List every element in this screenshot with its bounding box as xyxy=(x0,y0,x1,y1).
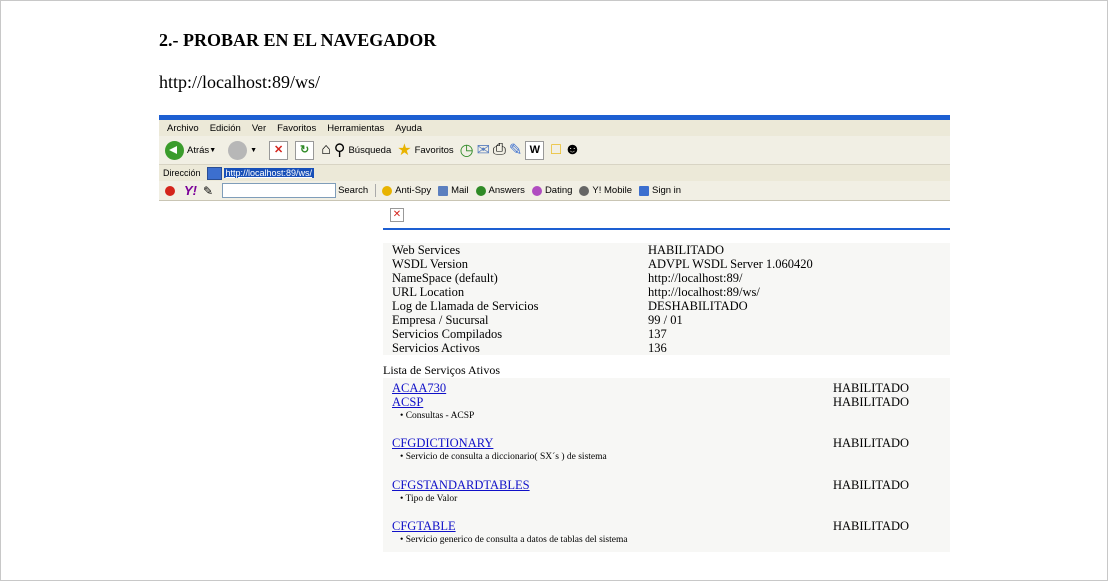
menu-favoritos[interactable]: Favoritos xyxy=(277,123,316,134)
mail-icon[interactable]: ✉ xyxy=(477,140,490,160)
yahoo-mail-label: Mail xyxy=(451,185,469,196)
service-status: HABILITADO xyxy=(833,478,910,492)
service-status: HABILITADO xyxy=(833,519,910,533)
yahoo-search-label: Search xyxy=(338,185,369,196)
list-item: CFGSTANDARDTABLES HABILITADO • Tipo de V… xyxy=(392,478,942,506)
divider xyxy=(375,184,377,197)
section-heading: 2.- PROBAR EN EL NAVEGADOR xyxy=(159,30,437,50)
answers-icon xyxy=(475,185,486,196)
chevron-down-icon: ▼ xyxy=(250,146,258,154)
address-input[interactable]: http://localhost:89/ws/ xyxy=(206,166,315,180)
antispy-label: Anti-Spy xyxy=(395,185,432,196)
info-row: Log de Llamada de Servicios DESHABILITAD… xyxy=(392,299,748,313)
yahoo-button-icon[interactable] xyxy=(165,185,175,196)
service-description: • Servicio de consulta a diccionario( SX… xyxy=(400,452,607,462)
list-item: CFGDICTIONARY HABILITADO • Servicio de c… xyxy=(392,436,942,464)
answers-label: Answers xyxy=(488,185,525,196)
browser-toolbar: Atrás ▼ ▼ ✕ ↻ ⌂ ⚲ Búsqueda ★ Favoritos ◷… xyxy=(159,136,950,165)
edit-icon[interactable]: ✎ xyxy=(509,140,522,160)
service-status: HABILITADO xyxy=(833,436,910,450)
address-bar: Dirección http://localhost:89/ws/ xyxy=(159,165,950,181)
search-icon: ⚲ xyxy=(333,142,346,159)
info-row: Web Services HABILITADO xyxy=(392,243,725,257)
service-description: • Consultas - ACSP xyxy=(400,411,475,421)
right-frame: ✕ Web Services HABILITADO WSDL Version A… xyxy=(383,203,950,552)
back-label: Atrás xyxy=(187,144,210,156)
home-icon[interactable]: ⌂ xyxy=(321,141,331,159)
menu-ayuda[interactable]: Ayuda xyxy=(395,123,422,134)
info-row: NameSpace (default) http://localhost:89/ xyxy=(392,271,743,285)
service-status: HABILITADO xyxy=(833,395,910,409)
info-row: Servicios Compilados 137 xyxy=(392,327,667,341)
document-url: http://localhost:89/ws/ xyxy=(159,72,320,92)
yahoo-answers-button[interactable]: Answers xyxy=(475,185,525,196)
mail-icon xyxy=(438,185,449,196)
back-arrow-icon xyxy=(165,140,184,160)
chevron-down-icon: ▼ xyxy=(209,146,217,154)
refresh-icon[interactable]: ↻ xyxy=(295,140,315,160)
service-list: ACAA730 HABILITADO ACSP HABILITADO • Con… xyxy=(383,378,950,552)
header-divider xyxy=(383,228,950,230)
word-icon[interactable]: W xyxy=(525,140,545,160)
dating-icon xyxy=(531,185,542,196)
menu-herramientas[interactable]: Herramientas xyxy=(327,123,384,134)
menu-ver[interactable]: Ver xyxy=(252,123,266,134)
yahoo-search-button[interactable]: Search xyxy=(338,185,368,196)
yahoo-mail-button[interactable]: Mail xyxy=(438,185,469,196)
info-row: Empresa / Sucursal 99 / 01 xyxy=(392,313,683,327)
yahoo-search-input[interactable] xyxy=(222,183,337,198)
service-description: • Tipo de Valor xyxy=(400,494,458,504)
services-list-title: Lista de Serviços Ativos xyxy=(383,363,500,377)
search-button[interactable]: ⚲ Búsqueda xyxy=(334,140,392,160)
list-item: ACSP HABILITADO • Consultas - ACSP xyxy=(392,395,942,423)
favorites-button[interactable]: ★ Favoritos xyxy=(397,140,453,160)
page-content: ✕ Web Services HABILITADO WSDL Version A… xyxy=(159,203,950,552)
print-icon[interactable]: ⎙ xyxy=(493,141,506,159)
back-button[interactable]: Atrás ▼ xyxy=(165,140,222,160)
broken-image-icon: ✕ xyxy=(390,208,404,222)
signin-icon xyxy=(639,185,650,196)
forward-button[interactable]: ▼ xyxy=(228,140,263,160)
messenger-icon[interactable]: ☻ xyxy=(564,141,581,159)
pencil-icon[interactable]: ✎ xyxy=(203,184,213,198)
mobile-label: Y! Mobile xyxy=(592,185,633,196)
anti-spy-button[interactable]: Anti-Spy xyxy=(382,185,431,196)
list-item: CFGTABLE HABILITADO • Servicio generico … xyxy=(392,519,942,547)
left-frame xyxy=(159,203,384,552)
signin-label: Sign in xyxy=(652,185,682,196)
stop-icon[interactable]: ✕ xyxy=(269,140,289,160)
address-value: http://localhost:89/ws/ xyxy=(223,168,315,178)
menu-archivo[interactable]: Archivo xyxy=(167,123,199,134)
info-row: Servicios Activos 136 xyxy=(392,341,667,355)
info-row: URL Location http://localhost:89/ws/ xyxy=(392,285,760,299)
page-icon xyxy=(206,166,222,180)
menu-edicion[interactable]: Edición xyxy=(210,123,241,134)
browser-menubar: Archivo Edición Ver Favoritos Herramient… xyxy=(159,120,950,136)
yahoo-toolbar: Y! ✎ Search Anti-Spy Mail Answers Dating… xyxy=(159,181,950,201)
yahoo-mobile-button[interactable]: Y! Mobile xyxy=(579,185,632,196)
info-table: Web Services HABILITADO WSDL Version ADV… xyxy=(383,243,950,355)
search-label: Búsqueda xyxy=(348,144,392,156)
address-label: Dirección xyxy=(163,168,201,178)
mobile-icon xyxy=(579,185,590,196)
yahoo-dating-button[interactable]: Dating xyxy=(531,185,573,196)
list-item: ACAA730 HABILITADO xyxy=(392,381,942,395)
history-icon[interactable]: ◷ xyxy=(460,140,474,160)
favorites-label: Favoritos xyxy=(414,144,454,156)
info-row: WSDL Version ADVPL WSDL Server 1.060420 xyxy=(392,257,813,271)
dating-label: Dating xyxy=(544,185,573,196)
forward-arrow-icon xyxy=(228,140,248,160)
service-status: HABILITADO xyxy=(833,381,910,395)
folder-icon[interactable]: □ xyxy=(551,141,561,159)
browser-screenshot: Archivo Edición Ver Favoritos Herramient… xyxy=(159,115,950,552)
yahoo-signin-button[interactable]: Sign in xyxy=(639,185,681,196)
yahoo-logo-icon[interactable]: Y! xyxy=(184,183,197,198)
antispy-icon xyxy=(382,185,393,196)
star-icon: ★ xyxy=(397,142,412,159)
service-description: • Servicio generico de consulta a datos … xyxy=(400,535,628,545)
